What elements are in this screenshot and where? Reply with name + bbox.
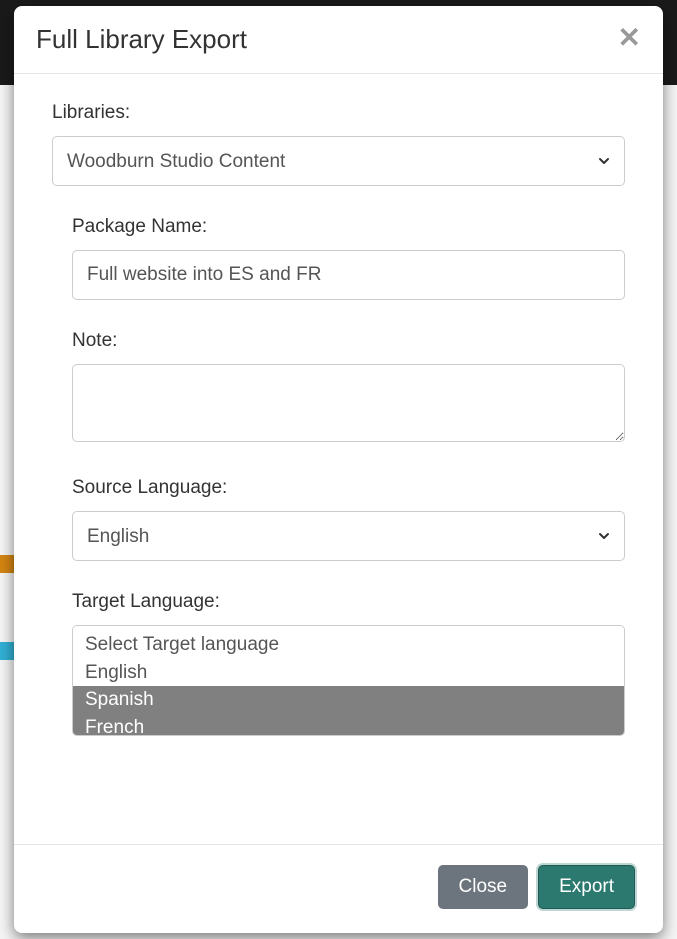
target-option[interactable]: Select Target language	[73, 631, 624, 659]
target-language-group: Target Language: Select Target language …	[52, 591, 625, 736]
target-option[interactable]: English	[73, 659, 624, 687]
modal-body: Libraries: Woodburn Studio Content Packa…	[14, 74, 663, 844]
background-fragment-teal	[0, 642, 14, 660]
source-language-select[interactable]: English	[72, 511, 625, 561]
export-modal: Full Library Export ✕ Libraries: Woodbur…	[14, 6, 663, 933]
libraries-select[interactable]: Woodburn Studio Content	[52, 136, 625, 186]
libraries-group: Libraries: Woodburn Studio Content	[52, 102, 625, 186]
target-option[interactable]: Spanish	[73, 686, 624, 714]
source-language-label: Source Language:	[72, 477, 625, 499]
close-button[interactable]: Close	[438, 865, 529, 909]
note-textarea[interactable]	[72, 364, 625, 442]
background-fragment-orange	[0, 555, 14, 573]
target-language-label: Target Language:	[72, 591, 625, 613]
package-name-label: Package Name:	[72, 216, 625, 238]
source-language-group: Source Language: English	[52, 477, 625, 561]
close-icon[interactable]: ✕	[618, 24, 641, 52]
target-option[interactable]: French	[73, 714, 624, 736]
package-name-group: Package Name:	[52, 216, 625, 300]
modal-footer: Close Export	[14, 844, 663, 933]
export-button[interactable]: Export	[538, 865, 635, 909]
target-language-multiselect[interactable]: Select Target language English Spanish F…	[72, 625, 625, 736]
libraries-label: Libraries:	[52, 102, 625, 124]
note-group: Note:	[52, 330, 625, 447]
note-label: Note:	[72, 330, 625, 352]
package-name-input[interactable]	[72, 250, 625, 300]
modal-title: Full Library Export	[36, 24, 247, 55]
modal-header: Full Library Export ✕	[14, 6, 663, 74]
